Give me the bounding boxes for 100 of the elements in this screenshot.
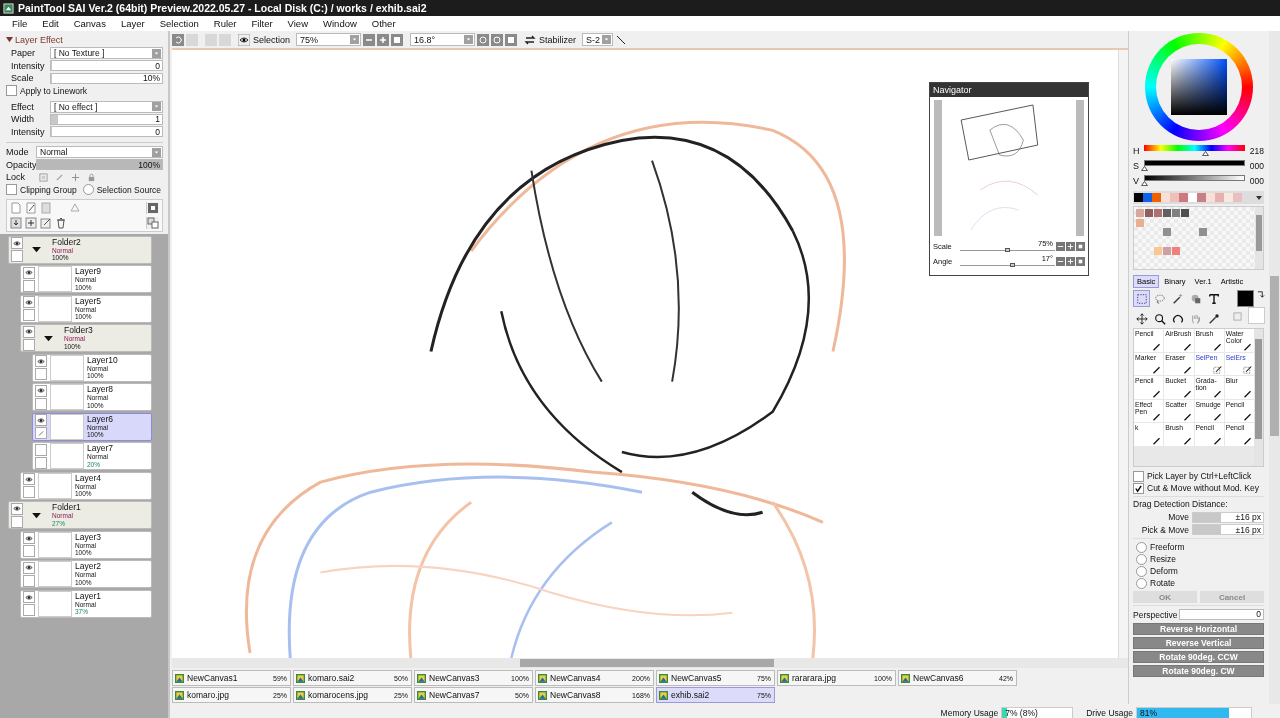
edit-toggle[interactable] (23, 574, 35, 587)
visibility-toggle[interactable] (35, 384, 47, 397)
radio-button[interactable] (82, 184, 94, 195)
visibility-toggle[interactable] (23, 591, 35, 603)
color-swatch[interactable] (1233, 193, 1242, 202)
slider-thumb[interactable] (1140, 180, 1148, 186)
rotate-right-icon[interactable] (491, 33, 504, 46)
edit-toggle[interactable] (23, 338, 35, 351)
radio-button[interactable] (1136, 553, 1147, 565)
checkbox[interactable] (6, 85, 17, 96)
menu-item[interactable]: Edit (36, 16, 65, 31)
edit-toggle[interactable] (23, 486, 35, 498)
layer-link-icon[interactable] (146, 216, 159, 229)
merge-down-icon[interactable] (10, 216, 22, 229)
color-swatch[interactable] (1179, 193, 1188, 202)
palette-color[interactable] (1154, 247, 1162, 255)
menu-item[interactable]: Canvas (67, 16, 112, 31)
edit-toggle[interactable] (23, 279, 35, 292)
visibility-toggle[interactable] (35, 443, 47, 456)
perspective-field[interactable]: 0 (1179, 609, 1264, 620)
menu-item[interactable]: View (281, 16, 314, 31)
color-slider[interactable] (1144, 144, 1245, 157)
action-button[interactable]: Reverse Horizontal (1133, 623, 1264, 635)
secondary-color[interactable] (1248, 307, 1265, 324)
color-slider[interactable] (1144, 174, 1245, 187)
brush-scrollbar[interactable] (1254, 329, 1263, 466)
new-pen-layer-icon[interactable] (25, 201, 37, 214)
color-swatch[interactable] (1134, 193, 1143, 202)
zoom-in-icon[interactable] (377, 33, 390, 46)
menu-item[interactable]: Ruler (207, 16, 243, 31)
color-swatch[interactable] (1152, 193, 1161, 202)
edit-toggle[interactable] (23, 309, 35, 321)
radio-button[interactable] (1136, 565, 1147, 577)
menu-item[interactable]: Window (317, 16, 363, 31)
distance-slider[interactable]: ±16 px (1192, 511, 1264, 523)
width-slider[interactable]: 1 (50, 113, 163, 125)
visibility-toggle[interactable] (35, 414, 47, 426)
stabilizer-dropdown[interactable]: S-2 (582, 33, 614, 46)
checkbox[interactable] (6, 184, 17, 195)
layer-options-icon[interactable] (146, 201, 159, 214)
horizontal-scrollbar[interactable] (172, 658, 1128, 668)
color-swatch[interactable] (1215, 193, 1224, 202)
palette-color[interactable] (1154, 209, 1162, 217)
move-icon[interactable] (71, 172, 80, 182)
saturation-value-square[interactable] (1170, 59, 1227, 115)
palette-color[interactable] (1136, 209, 1144, 217)
clear-layer-icon[interactable] (40, 216, 52, 229)
palette-color[interactable] (1163, 228, 1171, 236)
edit-toggle[interactable] (35, 427, 47, 439)
slider-thumb[interactable] (1140, 165, 1148, 171)
menu-item[interactable]: Other (365, 16, 402, 31)
palette-color[interactable] (1145, 209, 1153, 217)
caret-down-icon[interactable] (32, 511, 41, 519)
edit-toggle[interactable] (35, 368, 47, 380)
palette-color[interactable] (1163, 247, 1171, 255)
visibility-toggle[interactable] (23, 473, 35, 485)
zoom-out-icon[interactable] (363, 33, 376, 46)
color-swatch[interactable] (1224, 193, 1233, 202)
palette-color[interactable] (1181, 209, 1189, 217)
effect-dropdown[interactable]: [ No effect ] (50, 100, 163, 113)
paper-dropdown[interactable]: [ No Texture ] (50, 47, 163, 60)
zoom-reset-icon[interactable] (391, 33, 404, 46)
caret-icon[interactable] (1255, 193, 1263, 202)
edit-toggle[interactable] (23, 604, 35, 616)
eye-icon[interactable] (238, 33, 250, 46)
caret-icon[interactable] (6, 36, 13, 43)
flip-icon[interactable] (524, 33, 537, 46)
caret-down-icon[interactable] (44, 334, 53, 342)
color-swatch[interactable] (1188, 193, 1197, 202)
visibility-toggle[interactable] (23, 296, 35, 308)
visibility-toggle[interactable] (11, 502, 23, 515)
menu-item[interactable]: Layer (114, 16, 151, 31)
radio-button[interactable] (1136, 577, 1147, 589)
visibility-toggle[interactable] (23, 532, 35, 544)
distance-slider[interactable]: ±16 px (1192, 524, 1264, 536)
palette-color[interactable] (1199, 228, 1207, 236)
menu-item[interactable]: Selection (153, 16, 205, 31)
line-tool-icon[interactable] (615, 33, 628, 46)
primary-color[interactable] (1237, 290, 1254, 307)
color-swatch[interactable] (1206, 193, 1215, 202)
visibility-toggle[interactable] (23, 561, 35, 574)
menu-item[interactable]: File (6, 16, 34, 31)
edit-toggle[interactable] (35, 397, 47, 410)
action-button[interactable]: Rotate 90deg. CCW (1133, 651, 1264, 663)
opacity-slider[interactable]: 100% (36, 159, 163, 171)
trash-icon[interactable] (55, 216, 67, 229)
color-swatch[interactable] (1197, 193, 1206, 202)
action-button[interactable]: Reverse Vertical (1133, 637, 1264, 649)
angle-dropdown[interactable]: 16.8° (410, 33, 476, 46)
checkbox[interactable] (1133, 470, 1144, 482)
rotate-reset-icon[interactable] (505, 33, 518, 46)
color-swatch[interactable] (1161, 193, 1170, 202)
new-folder-icon[interactable] (25, 216, 37, 229)
visibility-toggle[interactable] (23, 266, 35, 279)
color-swatch[interactable] (1143, 193, 1152, 202)
caret-down-icon[interactable] (32, 246, 41, 253)
move-tool[interactable] (1133, 310, 1150, 327)
color-swatch[interactable] (1170, 193, 1179, 202)
palette-color[interactable] (1172, 209, 1180, 217)
edit-toggle[interactable] (23, 545, 35, 557)
